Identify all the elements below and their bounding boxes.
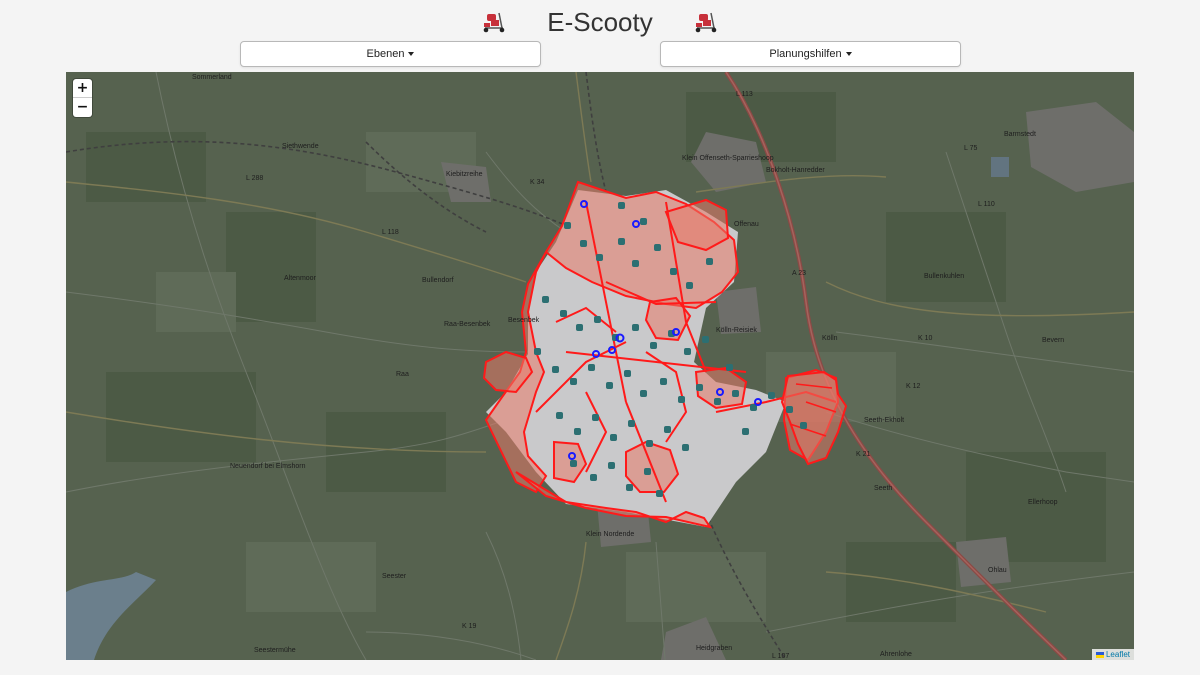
place-label: Klein Nordende <box>586 531 634 538</box>
map-attribution: Leaflet <box>1091 649 1134 660</box>
place-label: Kölln-Reisiek <box>716 327 757 334</box>
place-label: K 10 <box>918 335 933 342</box>
place-label: L 75 <box>964 145 977 152</box>
place-label: Ohlau <box>988 567 1007 574</box>
leaflet-link[interactable]: Leaflet <box>1106 650 1130 659</box>
place-label: Seestermühe <box>254 647 296 654</box>
place-label: K 34 <box>530 179 545 186</box>
place-label: K 21 <box>856 451 871 458</box>
place-label: L 113 <box>736 91 753 98</box>
planning-dropdown-label: Planungshilfen <box>769 48 842 60</box>
page-title: E-Scooty <box>547 6 653 37</box>
place-label: Seester <box>382 573 407 580</box>
place-label: L 107 <box>772 653 789 660</box>
place-label: Raa <box>396 371 409 378</box>
place-label: Bokholt-Hanredder <box>766 167 825 174</box>
place-label: Altenmoor <box>284 275 317 282</box>
place-label: K 19 <box>462 623 477 630</box>
place-label: Bullenkuhlen <box>924 273 964 280</box>
place-label: Barmstedt <box>1004 131 1036 138</box>
map-tiles: Sommerland Siethwende L 288 Kiebitzreihe… <box>66 72 1134 660</box>
scooter-icon <box>693 11 719 33</box>
place-label: Neuendorf bei Elmshorn <box>230 463 306 470</box>
place-label: Ellerhoop <box>1028 499 1058 506</box>
caret-down-icon <box>845 52 852 56</box>
place-label: Bevern <box>1042 337 1064 344</box>
header: E-Scooty <box>0 0 1200 44</box>
place-label: Seeth-Ekholt <box>864 417 904 424</box>
place-label: Seeth <box>874 485 892 492</box>
place-label: A 23 <box>792 270 806 277</box>
place-label: Klein Offenseth-Sparrieshoop <box>682 155 774 162</box>
place-label: Ahrenlohe <box>880 651 912 658</box>
place-label: K 12 <box>906 383 921 390</box>
zoom-out-button[interactable]: − <box>73 98 92 117</box>
place-label: L 118 <box>382 229 399 236</box>
place-label: Heidgraben <box>696 645 732 652</box>
place-label: Bullendorf <box>422 277 454 284</box>
layers-dropdown-label: Ebenen <box>366 48 405 60</box>
place-label: L 110 <box>978 201 995 208</box>
place-label: Offenau <box>734 221 759 228</box>
place-label: L 288 <box>246 175 263 182</box>
map[interactable]: Sommerland Siethwende L 288 Kiebitzreihe… <box>66 72 1134 660</box>
planning-dropdown-button[interactable]: Planungshilfen <box>660 41 961 67</box>
place-label: Sommerland <box>192 74 232 81</box>
place-label: Kiebitzreihe <box>446 171 483 178</box>
scooter-icon <box>481 11 507 33</box>
layers-dropdown-button[interactable]: Ebenen <box>240 41 541 67</box>
place-label: Kölln <box>822 335 838 342</box>
zoom-in-button[interactable]: + <box>73 79 92 98</box>
caret-down-icon <box>408 52 415 56</box>
zoom-control: + − <box>73 79 92 117</box>
place-label: Siethwende <box>282 143 319 150</box>
place-label: Raa-Besenbek <box>444 321 491 328</box>
place-label: Besenbek <box>508 317 540 324</box>
ukraine-flag-icon <box>1095 651 1104 658</box>
